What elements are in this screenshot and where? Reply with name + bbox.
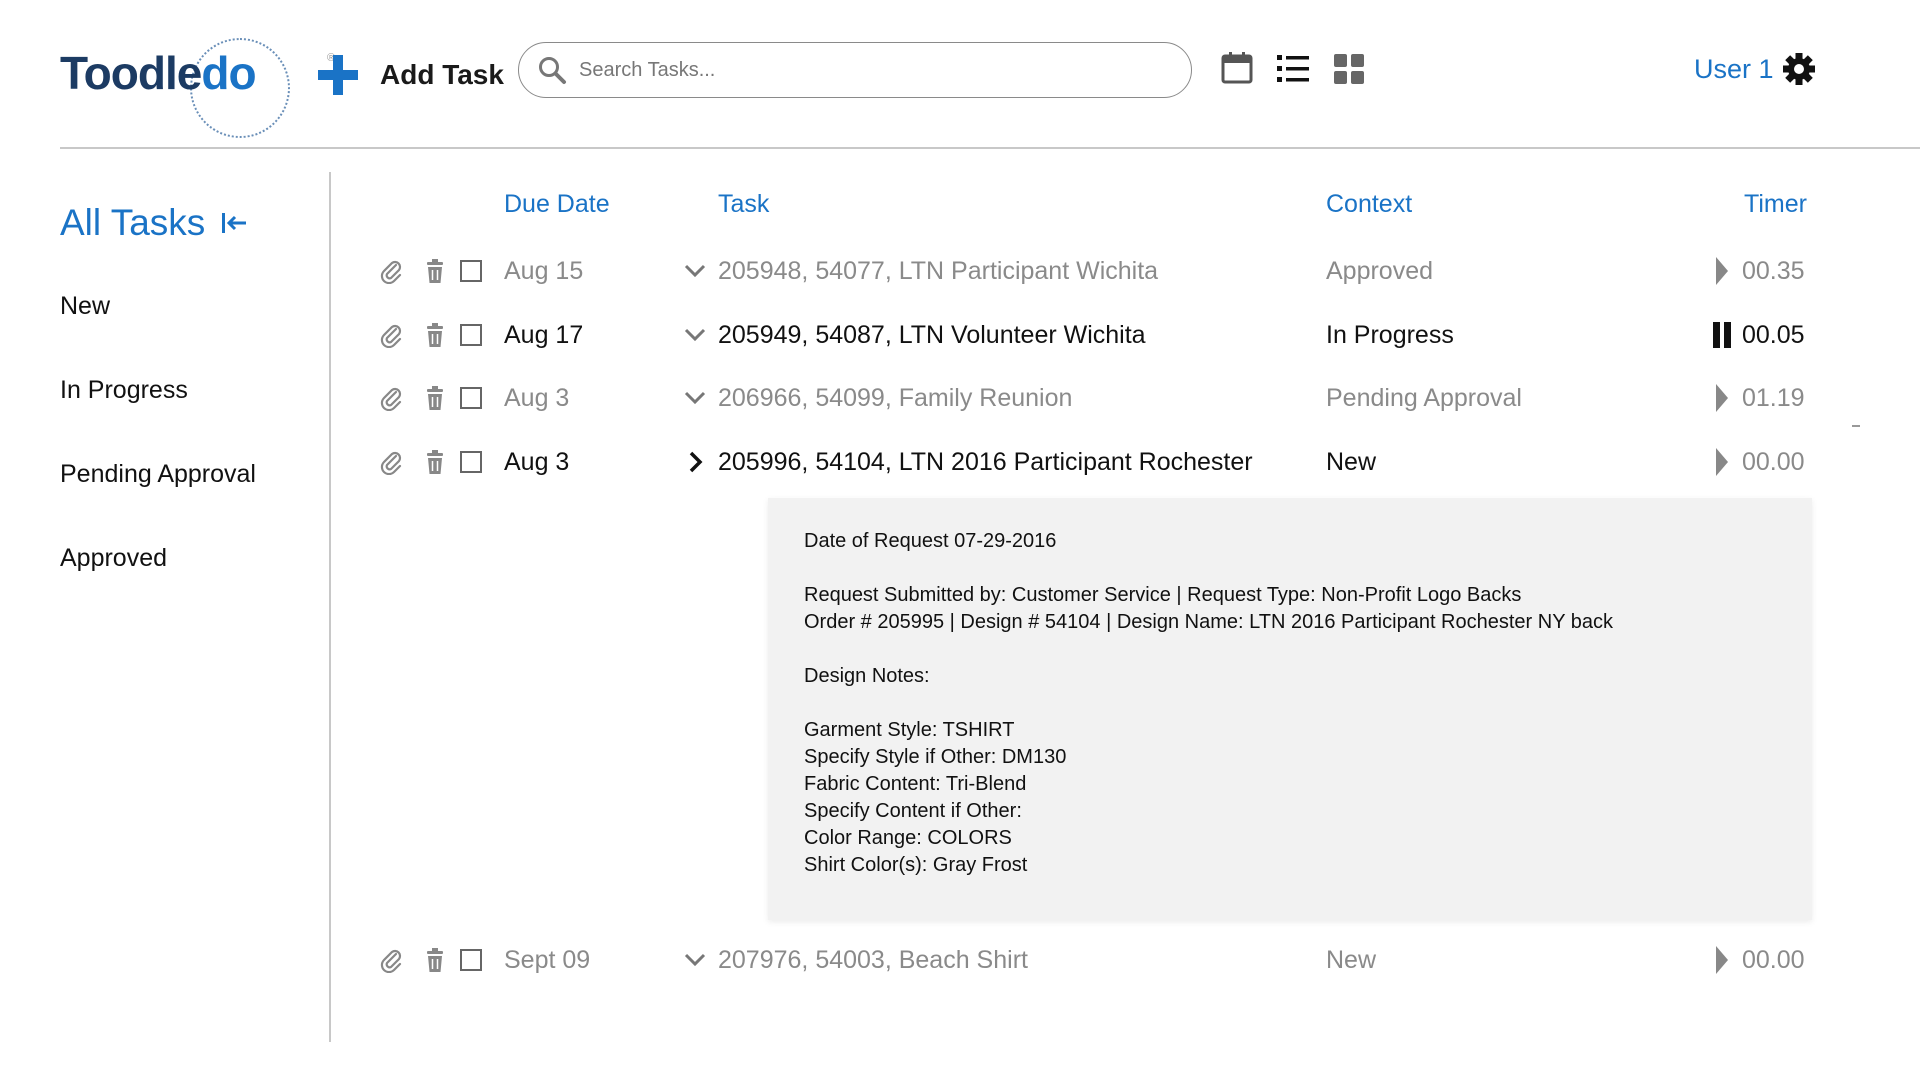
task-timer-value: 00.05: [1742, 320, 1805, 349]
task-title[interactable]: 205996, 54104, LTN 2016 Participant Roch…: [718, 448, 1253, 477]
logo-text-part1: Toodle: [60, 47, 202, 99]
toodledo-logo[interactable]: Toodledo ®: [60, 38, 335, 138]
user-menu[interactable]: User 1: [1694, 52, 1816, 86]
task-complete-checkbox[interactable]: [460, 324, 482, 346]
note-line: Garment Style: TSHIRT: [804, 719, 1015, 741]
task-context[interactable]: Pending Approval: [1326, 384, 1522, 413]
trash-icon[interactable]: [422, 322, 448, 348]
chevron-down-icon[interactable]: [682, 385, 708, 411]
logo-text-part2: do: [201, 47, 256, 99]
column-header-timer[interactable]: Timer: [1744, 190, 1807, 219]
sidebar-divider: [329, 172, 331, 1042]
note-line: Order # 205995 | Design # 54104 | Design…: [804, 611, 1613, 633]
search-icon: [539, 57, 566, 84]
paperclip-icon[interactable]: [378, 258, 404, 284]
task-complete-checkbox[interactable]: [460, 387, 482, 409]
sidebar-item-pending-approval[interactable]: Pending Approval: [60, 460, 256, 489]
trash-icon[interactable]: [422, 385, 448, 411]
chevron-down-icon[interactable]: [682, 258, 708, 284]
note-line: [804, 690, 1613, 717]
task-due-date: Aug 15: [504, 256, 584, 285]
chevron-down-icon[interactable]: [682, 947, 708, 973]
task-context[interactable]: New: [1326, 448, 1376, 477]
trash-icon[interactable]: [422, 947, 448, 973]
user-name: User 1: [1694, 53, 1774, 84]
sidebar-title-label: All Tasks: [60, 202, 206, 243]
add-task-label: Add Task: [380, 59, 504, 90]
task-row[interactable]: Aug 17 205949, 54087, LTN Volunteer Wich…: [378, 310, 1818, 360]
task-title[interactable]: 205949, 54087, LTN Volunteer Wichita: [718, 321, 1146, 350]
note-line: Request Submitted by: Customer Service |…: [804, 584, 1522, 606]
note-line: [804, 555, 1613, 582]
task-notes-text: Date of Request 07-29-2016 Request Submi…: [804, 528, 1613, 879]
gear-icon[interactable]: [1782, 52, 1816, 86]
chevron-down-icon[interactable]: [682, 322, 708, 348]
column-header-task[interactable]: Task: [718, 190, 769, 219]
note-line: Design Notes:: [804, 665, 930, 687]
timer-play-icon[interactable]: [1714, 944, 1730, 976]
search-input[interactable]: [579, 58, 1139, 82]
task-complete-checkbox[interactable]: [460, 260, 482, 282]
paperclip-icon[interactable]: [378, 947, 404, 973]
divider-mark: [1852, 425, 1860, 427]
task-row[interactable]: Aug 3 206966, 54099, Family Reunion Pend…: [378, 373, 1818, 423]
timer-play-icon[interactable]: [1714, 255, 1730, 287]
task-title[interactable]: 206966, 54099, Family Reunion: [718, 384, 1072, 413]
note-line: Shirt Color(s): Gray Frost: [804, 854, 1028, 876]
task-notes-panel[interactable]: Date of Request 07-29-2016 Request Submi…: [768, 498, 1812, 920]
view-switcher: [1220, 50, 1366, 86]
grid-view-icon[interactable]: [1332, 50, 1366, 86]
sidebar: All Tasks New In Progress Pending Approv…: [60, 172, 330, 1042]
chevron-right-icon[interactable]: [682, 449, 708, 475]
task-row[interactable]: Aug 15 205948, 54077, LTN Participant Wi…: [378, 246, 1818, 296]
trash-icon[interactable]: [422, 449, 448, 475]
task-context[interactable]: New: [1326, 946, 1376, 975]
task-context[interactable]: Approved: [1326, 257, 1433, 286]
calendar-icon[interactable]: [1220, 50, 1254, 86]
task-due-date: Aug 17: [504, 320, 584, 349]
task-due-date: Aug 3: [504, 447, 570, 476]
task-timer-value: 00.00: [1742, 447, 1805, 476]
timer-play-icon[interactable]: [1714, 446, 1730, 478]
note-line: Fabric Content: Tri-Blend: [804, 773, 1027, 795]
task-due-date: Aug 3: [504, 383, 570, 412]
task-row[interactable]: Sept 09 207976, 54003, Beach Shirt New 0…: [378, 935, 1818, 985]
note-line: Specify Style if Other: DM130: [804, 746, 1067, 768]
sidebar-item-approved[interactable]: Approved: [60, 544, 167, 573]
trash-icon[interactable]: [422, 258, 448, 284]
note-line: Specify Content if Other:: [804, 800, 1022, 822]
search-bar[interactable]: [518, 42, 1192, 98]
app-header: Toodledo ® Add Task Search Tasks... User…: [0, 0, 1920, 148]
task-title[interactable]: 207976, 54003, Beach Shirt: [718, 946, 1028, 975]
sidebar-item-new[interactable]: New: [60, 292, 110, 321]
column-header-context[interactable]: Context: [1326, 190, 1412, 219]
header-divider: [60, 147, 1920, 149]
task-complete-checkbox[interactable]: [460, 949, 482, 971]
task-due-date: Sept 09: [504, 945, 591, 974]
timer-pause-icon[interactable]: [1712, 321, 1732, 349]
task-timer-value: 01.19: [1742, 383, 1805, 412]
note-line: [804, 636, 1613, 663]
sidebar-title-all-tasks[interactable]: All Tasks: [60, 202, 249, 244]
timer-play-icon[interactable]: [1714, 382, 1730, 414]
column-header-due-date[interactable]: Due Date: [504, 190, 610, 219]
task-timer-value: 00.35: [1742, 256, 1805, 285]
plus-icon: [318, 55, 358, 95]
task-row[interactable]: Aug 3 205996, 54104, LTN 2016 Participan…: [378, 437, 1818, 487]
collapse-sidebar-icon[interactable]: [219, 208, 249, 238]
add-task-button[interactable]: Add Task: [318, 50, 504, 100]
sidebar-item-in-progress[interactable]: In Progress: [60, 376, 188, 405]
note-line: Date of Request 07-29-2016: [804, 530, 1057, 552]
task-title[interactable]: 205948, 54077, LTN Participant Wichita: [718, 257, 1158, 286]
task-timer-value: 00.00: [1742, 945, 1805, 974]
list-view-icon[interactable]: [1276, 50, 1310, 86]
paperclip-icon[interactable]: [378, 322, 404, 348]
note-line: Color Range: COLORS: [804, 827, 1012, 849]
task-context[interactable]: In Progress: [1326, 321, 1454, 350]
paperclip-icon[interactable]: [378, 385, 404, 411]
task-complete-checkbox[interactable]: [460, 451, 482, 473]
paperclip-icon[interactable]: [378, 449, 404, 475]
